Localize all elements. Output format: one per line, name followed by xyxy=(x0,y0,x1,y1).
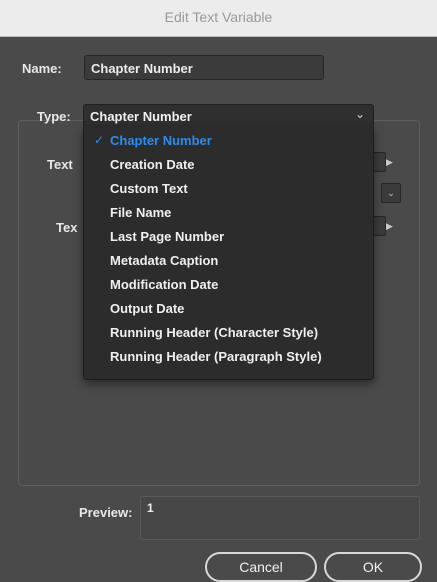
menu-item-output-date[interactable]: Output Date xyxy=(84,297,373,321)
menu-item-running-header-paragraph[interactable]: Running Header (Paragraph Style) xyxy=(84,345,373,369)
menu-item-chapter-number[interactable]: ✓ Chapter Number xyxy=(84,129,373,153)
triangle-right-icon[interactable]: ▶ xyxy=(386,157,393,168)
text-after-label: Tex xyxy=(56,220,78,235)
preview-box: 1 xyxy=(140,496,420,540)
window-title: Edit Text Variable xyxy=(164,9,273,25)
type-select[interactable]: Chapter Number ⌄ xyxy=(83,104,374,128)
type-label: Type: xyxy=(37,109,71,124)
menu-item-file-name[interactable]: File Name xyxy=(84,201,373,225)
chevron-down-icon: ⌄ xyxy=(354,107,365,121)
chevron-down-icon[interactable]: ⌄ xyxy=(381,183,401,203)
checkmark-icon: ✓ xyxy=(94,133,105,147)
preview-value: 1 xyxy=(147,501,154,515)
type-dropdown-menu: ✓ Chapter Number Creation Date Custom Te… xyxy=(83,127,374,380)
title-bar: Edit Text Variable xyxy=(0,0,437,37)
ok-button[interactable]: OK xyxy=(324,552,422,582)
type-select-value: Chapter Number xyxy=(90,109,192,124)
triangle-right-icon[interactable]: ▶ xyxy=(386,221,393,232)
preview-label: Preview: xyxy=(79,505,133,520)
name-label: Name: xyxy=(22,61,62,76)
text-before-label: Text xyxy=(47,157,73,172)
menu-item-creation-date[interactable]: Creation Date xyxy=(84,153,373,177)
menu-item-last-page-number[interactable]: Last Page Number xyxy=(84,225,373,249)
menu-item-running-header-character[interactable]: Running Header (Character Style) xyxy=(84,321,373,345)
menu-item-custom-text[interactable]: Custom Text xyxy=(84,177,373,201)
name-field-value: Chapter Number xyxy=(91,61,193,76)
cancel-button[interactable]: Cancel xyxy=(205,552,317,582)
menu-item-metadata-caption[interactable]: Metadata Caption xyxy=(84,249,373,273)
name-field[interactable]: Chapter Number xyxy=(84,55,324,80)
menu-item-modification-date[interactable]: Modification Date xyxy=(84,273,373,297)
